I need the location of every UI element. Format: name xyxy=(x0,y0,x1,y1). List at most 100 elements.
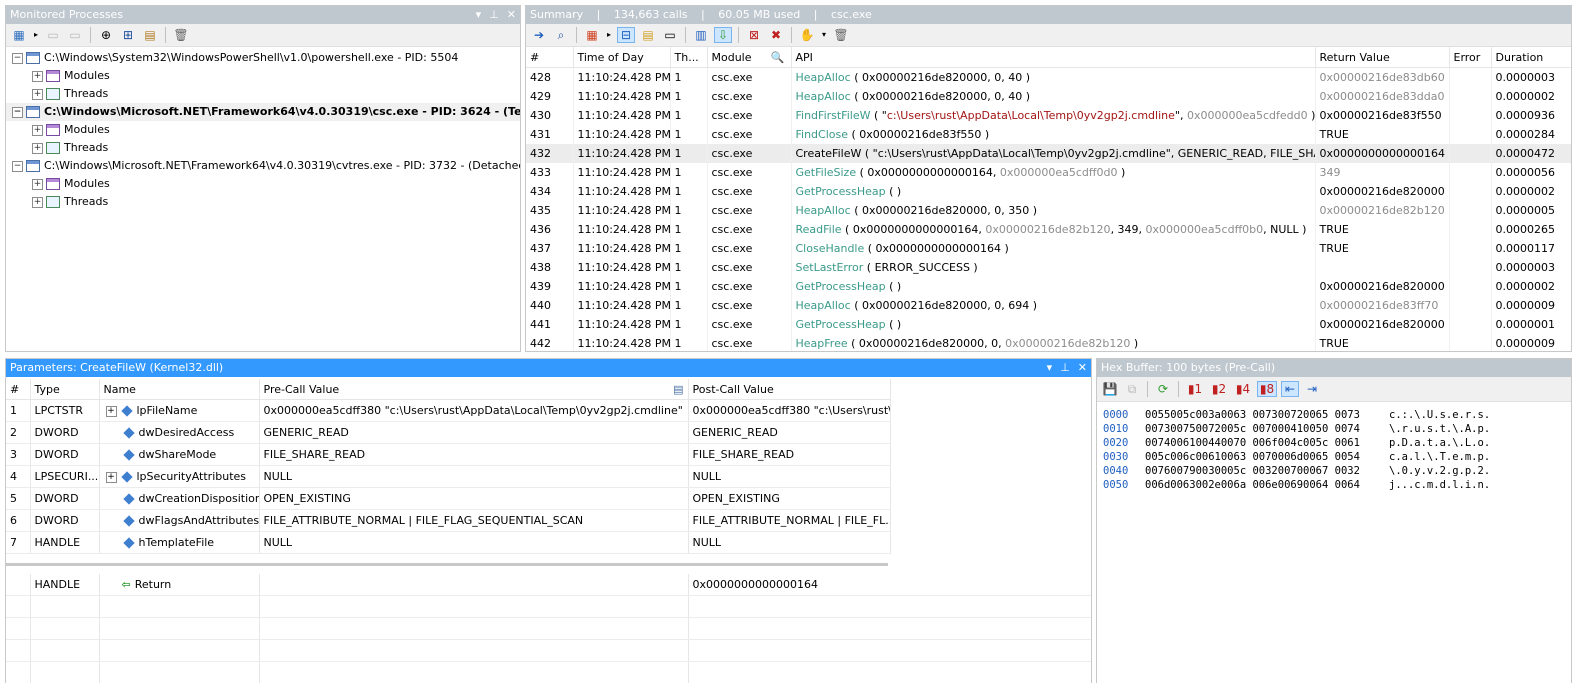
call-row[interactable]: 438 11:10:24.428 PM 1 csc.exe SetLastError (… xyxy=(526,258,1571,277)
col-header-api[interactable]: API xyxy=(791,47,1316,68)
col-header-type[interactable]: Type xyxy=(30,379,100,400)
call-row[interactable]: 428 11:10:24.428 PM 1 csc.exe HeapAlloc ( 0x… xyxy=(526,67,1571,87)
col-header-postcall[interactable]: Post-Call Value xyxy=(688,379,891,400)
api-function-name[interactable]: FindFirstFileW xyxy=(796,109,871,122)
param-row[interactable]: 1 LPCTSTR + lpFileName 0x000000ea5cdff380 "c… xyxy=(6,399,891,422)
col-header-name[interactable]: Name xyxy=(99,379,260,400)
call-row[interactable]: 430 11:10:24.428 PM 1 csc.exe FindFirstFileW… xyxy=(526,106,1571,125)
col-header-number[interactable]: # xyxy=(526,47,574,68)
api-function-name[interactable]: GetProcessHeap xyxy=(796,318,886,331)
tree-item-threads[interactable]: + Threads xyxy=(6,85,520,103)
tree-item-modules[interactable]: + Modules xyxy=(6,67,520,85)
tree-view-icon[interactable]: ⊟ xyxy=(617,27,635,43)
expand-icon[interactable]: + xyxy=(105,471,117,483)
highlight-icon[interactable]: ▤ xyxy=(639,27,657,43)
param-row[interactable]: 6 DWORD dwFlagsAndAttributes FILE_ATTRIBUTE… xyxy=(6,509,891,532)
call-row[interactable]: 441 11:10:24.428 PM 1 csc.exe GetProcessHeap… xyxy=(526,315,1571,334)
col-header-error[interactable]: Error xyxy=(1449,47,1492,68)
api-function-name[interactable]: CreateFileW xyxy=(796,147,862,160)
expand-icon[interactable]: + xyxy=(105,405,117,417)
api-function-name[interactable]: FindClose xyxy=(796,128,849,141)
call-row[interactable]: 436 11:10:24.428 PM 1 csc.exe ReadFile ( 0x0… xyxy=(526,220,1571,239)
save-icon[interactable]: 💾 xyxy=(1101,381,1119,397)
tree-item-threads[interactable]: + Threads xyxy=(6,193,520,211)
hex-view[interactable]: 0000 0055005c003a0063 007300720065 0073 c.… xyxy=(1097,402,1571,492)
api-function-name[interactable]: GetProcessHeap xyxy=(796,280,886,293)
call-row[interactable]: 429 11:10:24.428 PM 1 csc.exe HeapAlloc ( 0x… xyxy=(526,87,1571,106)
call-row[interactable]: 439 11:10:24.428 PM 1 csc.exe GetProcessHeap… xyxy=(526,277,1571,296)
col-header-duration[interactable]: Duration xyxy=(1491,47,1571,68)
dropdown-icon[interactable]: ▾ xyxy=(476,6,482,24)
services-icon[interactable]: ▤ xyxy=(141,27,159,43)
param-row[interactable]: 5 DWORD dwCreationDisposition OPEN_EXISTING… xyxy=(6,487,891,510)
tree-item-threads[interactable]: + Threads xyxy=(6,139,520,157)
collapse-icon[interactable]: − xyxy=(12,106,23,118)
param-row[interactable]: 3 DWORD dwShareMode FILE_SHARE_READ FILE_SHA… xyxy=(6,443,891,466)
api-function-name[interactable]: SetLastError xyxy=(796,261,864,274)
api-function-name[interactable]: CloseHandle xyxy=(796,242,865,255)
api-function-name[interactable]: HeapAlloc xyxy=(796,204,851,217)
tree-item-modules[interactable]: + Modules xyxy=(6,175,520,193)
col-header-time[interactable]: Time of Day xyxy=(573,47,671,68)
expand-icon[interactable]: + xyxy=(32,178,43,190)
dropdown-arrow-icon[interactable]: ▸ xyxy=(605,27,613,43)
param-row[interactable]: 7 HANDLE hTemplateFile NULL NULL xyxy=(6,531,891,554)
trash-icon[interactable]: 🗑 xyxy=(832,27,850,43)
col-header-return[interactable]: Return Value xyxy=(1315,47,1450,68)
col-header-thread[interactable]: Th... xyxy=(670,47,708,68)
dropdown-arrow-icon[interactable]: ▾ xyxy=(820,27,828,43)
call-row[interactable]: 435 11:10:24.428 PM 1 csc.exe HeapAlloc ( 0x… xyxy=(526,201,1571,220)
pin-icon[interactable]: ⊥ xyxy=(1060,359,1070,377)
columns-icon[interactable]: ▥ xyxy=(692,27,710,43)
call-row[interactable]: 440 11:10:24.428 PM 1 csc.exe HeapAlloc ( 0x… xyxy=(526,296,1571,315)
call-row[interactable]: 433 11:10:24.428 PM 1 csc.exe GetFileSize ( … xyxy=(526,163,1571,182)
hand-icon[interactable]: ✋ xyxy=(798,27,816,43)
api-function-name[interactable]: HeapFree xyxy=(796,337,848,350)
call-row[interactable]: 431 11:10:24.428 PM 1 csc.exe FindClose ( 0x… xyxy=(526,125,1571,144)
api-function-name[interactable]: HeapAlloc xyxy=(796,71,851,84)
collapse-icon[interactable]: − xyxy=(12,52,23,64)
call-row[interactable]: 432 11:10:24.428 PM 1 csc.exe CreateFileW ( … xyxy=(526,144,1571,163)
pin-icon[interactable]: ⊥ xyxy=(489,6,499,24)
api-function-name[interactable]: HeapAlloc xyxy=(796,90,851,103)
api-function-name[interactable]: GetFileSize xyxy=(796,166,857,179)
copy-column-icon[interactable]: ▤ xyxy=(673,383,683,396)
console-icon[interactable]: ▭ xyxy=(661,27,679,43)
refresh-icon[interactable]: ⟳ xyxy=(1154,381,1172,397)
close-icon[interactable]: ✕ xyxy=(507,6,516,24)
col-header-module[interactable]: Module 🔍 xyxy=(707,47,792,68)
close-icon[interactable]: ✕ xyxy=(1078,359,1087,377)
monitor-new-process-icon[interactable]: ▦ xyxy=(10,27,28,43)
param-row[interactable]: 2 DWORD dwDesiredAccess GENERIC_READ GENERIC… xyxy=(6,421,891,444)
expand-icon[interactable]: + xyxy=(32,196,43,208)
process-node-csc[interactable]: − C:\Windows\Microsoft.NET\Framework64\v4… xyxy=(6,103,520,121)
search-icon[interactable]: 🔍 xyxy=(771,51,785,64)
return-row[interactable]: HANDLE ⇦ Return 0x0000000000000164 xyxy=(6,574,1091,596)
byte-8-icon[interactable]: ▮ 8 xyxy=(1257,381,1277,397)
dropdown-arrow-icon[interactable]: ▸ xyxy=(32,27,40,43)
crosshair-icon[interactable]: ⊕ xyxy=(97,27,115,43)
big-endian-icon[interactable]: ⇥ xyxy=(1303,381,1321,397)
call-row[interactable]: 437 11:10:24.428 PM 1 csc.exe CloseHandle ( … xyxy=(526,239,1571,258)
byte-1-icon[interactable]: ▮ 1 xyxy=(1185,381,1205,397)
process-node-cvtres[interactable]: − C:\Windows\Microsoft.NET\Framework64\v4… xyxy=(6,157,520,175)
col-header-precall[interactable]: Pre-Call Value ▤ xyxy=(259,379,689,400)
api-function-name[interactable]: GetProcessHeap xyxy=(796,185,886,198)
byte-4-icon[interactable]: ▮ 4 xyxy=(1233,381,1253,397)
find-icon[interactable]: ⌕ xyxy=(552,27,570,43)
color-grid-icon[interactable]: ▦ xyxy=(583,27,601,43)
col-header-number[interactable]: # xyxy=(6,379,31,400)
param-row[interactable]: 4 LPSECURI... + lpSecurityAttributes NULL NUL… xyxy=(6,465,891,488)
autoscroll-icon[interactable]: ⇩ xyxy=(714,27,732,43)
call-row[interactable]: 434 11:10:24.428 PM 1 csc.exe GetProcessHeap… xyxy=(526,182,1571,201)
api-function-name[interactable]: ReadFile xyxy=(796,223,842,236)
tree-item-modules[interactable]: + Modules xyxy=(6,121,520,139)
byte-2-icon[interactable]: ▮ 2 xyxy=(1209,381,1229,397)
collapse-icon[interactable]: − xyxy=(12,160,23,172)
api-filter-icon[interactable]: ⊠ xyxy=(745,27,763,43)
call-row[interactable]: 442 11:10:24.428 PM 1 csc.exe HeapFree ( 0x0… xyxy=(526,334,1571,351)
dropdown-icon[interactable]: ▾ xyxy=(1047,359,1053,377)
remove-filter-icon[interactable]: ✖ xyxy=(767,27,785,43)
process-tree-icon[interactable]: ⊞ xyxy=(119,27,137,43)
process-node-powershell[interactable]: − C:\Windows\System32\WindowsPowerShell\v… xyxy=(6,49,520,67)
